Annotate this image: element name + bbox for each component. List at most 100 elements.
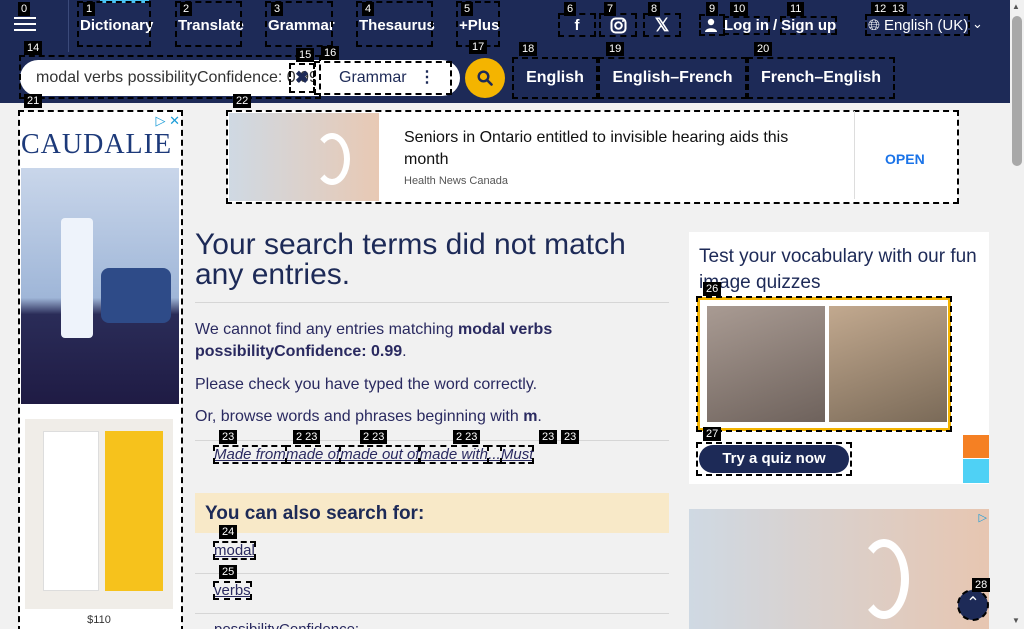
element-tag: 19 [606,42,625,56]
hearing-waves-graphic [314,133,350,185]
quiz-image-link[interactable] [696,296,952,432]
serum-bottle-graphic [61,218,93,338]
element-tag: 25 [219,565,238,579]
language-label: English (UK) [884,16,969,34]
ad-close-icon[interactable]: ▷ ✕ [155,113,180,129]
ad-choices-icon[interactable]: ▷ [979,511,987,524]
color-tab-orange [963,435,989,458]
ad-price: $110 [87,614,111,626]
ad-open-button[interactable]: OPEN [885,151,925,167]
main-content: Your search terms did not match any entr… [195,230,669,441]
element-tag: 10 [730,2,749,16]
top-advertisement[interactable]: Seniors in Ontario entitled to invisible… [226,110,959,204]
also-search-heading: You can also search for: [205,503,425,524]
auth-separator: / [773,17,778,34]
ad-image [229,113,379,201]
sunscreen-box-graphic [105,431,163,591]
divider [195,302,669,303]
element-tag: 2 23 [293,430,321,444]
dictionary-select[interactable]: Grammar ⋮ [314,61,452,95]
element-tag: 11 [787,2,805,16]
element-tag: 23 [219,430,238,444]
element-tag: 2 [180,2,193,16]
scroll-down-icon[interactable]: ▼ [1012,616,1020,625]
user-glyph [705,18,717,32]
menu-icon-line [14,23,36,25]
browse-link[interactable]: made of [284,445,342,464]
sidebar-advertisement[interactable]: ▷ [689,509,989,629]
element-tag: 4 [362,2,375,16]
left-advertisement[interactable]: ▷ ✕ CAUDALIE $110 [18,110,183,629]
seal-image [829,306,947,422]
signup-link[interactable]: Sign up [780,16,838,35]
browse-links: Made from made of made out of made with … [213,445,535,464]
divider [195,440,669,441]
chevron-down-icon[interactable]: ⌄ [972,16,983,32]
try-quiz-button[interactable]: Try a quiz now [699,445,849,473]
element-tag: 3 [271,2,284,16]
element-tag: 17 [469,40,488,54]
globe-icon: 🌐︎ [868,16,881,34]
browse-link[interactable]: ... [487,445,502,464]
element-tag: 9 [706,2,719,16]
element-tag: 0 [18,2,31,16]
also-search-link-possibility[interactable]: possibilityConfidence: [214,621,359,629]
quiz-title: Test your vocabulary with our fun image … [699,246,977,293]
also-search-link-verbs[interactable]: verbs [213,581,252,600]
back-to-top-icon[interactable]: ⌃ [957,589,989,621]
ad-product-image-2 [25,419,173,609]
element-tag: 27 [703,427,722,441]
element-tag: 2 23 [360,430,388,444]
scrollbar-thumb[interactable] [1012,16,1022,166]
menu-icon-line [14,29,36,31]
browse-link[interactable]: Made from [213,445,287,464]
browse-link[interactable]: made with [418,445,490,464]
tab-english[interactable]: English [512,57,598,99]
browse-suffix: . [537,408,542,425]
auth-links: Log in / Sign up [723,16,838,35]
also-search-link-modal[interactable]: modal [213,541,256,560]
element-tag: 13 [889,2,908,16]
element-tag: 12 [871,2,890,16]
browse-link[interactable]: Must [499,445,535,464]
element-tag: 22 [233,94,252,108]
element-tag: 14 [24,41,43,55]
menu-icon [14,17,36,19]
scroll-up-icon[interactable]: ▲ [1012,2,1020,11]
ad-divider [854,111,855,199]
user-icon[interactable] [699,14,725,36]
nav-divider [68,0,69,52]
facebook-icon[interactable]: f [558,13,596,37]
ad-image [689,509,989,629]
tab-french-english[interactable]: French–English [747,57,895,99]
element-tag: 20 [754,42,773,56]
divider [195,613,669,614]
page-title: Your search terms did not match any entr… [195,228,626,291]
element-tag: 5 [461,2,474,16]
color-tab-blue [963,459,989,483]
language-selector[interactable]: 🌐︎ English (UK) [865,14,970,36]
message-prefix: We cannot find any entries matching [195,321,454,338]
element-tag: 18 [519,42,538,56]
message-suffix: . [402,343,407,360]
instagram-glyph [610,17,626,33]
browse-link[interactable]: made out of [339,445,421,464]
element-tag: 16 [321,46,340,60]
browse-letter: m [523,408,538,425]
clear-icon[interactable]: ✖ [289,63,315,93]
cream-jar-graphic [101,268,171,323]
element-tag: 7 [604,2,617,16]
instagram-icon[interactable] [599,13,637,37]
tab-english-french[interactable]: English–French [598,57,747,99]
login-link[interactable]: Log in [723,16,770,35]
search-button[interactable] [465,58,505,98]
no-match-message: We cannot find any entries matching moda… [195,319,669,363]
element-tag: 26 [703,282,722,296]
x-twitter-icon[interactable]: 𝕏 [643,13,681,37]
element-tag: 24 [219,525,238,539]
divider [195,573,669,574]
search-input[interactable] [36,69,314,87]
element-tag: 2 23 [453,430,481,444]
element-tag: 1 [83,2,96,16]
hearing-waves-graphic [859,539,909,619]
